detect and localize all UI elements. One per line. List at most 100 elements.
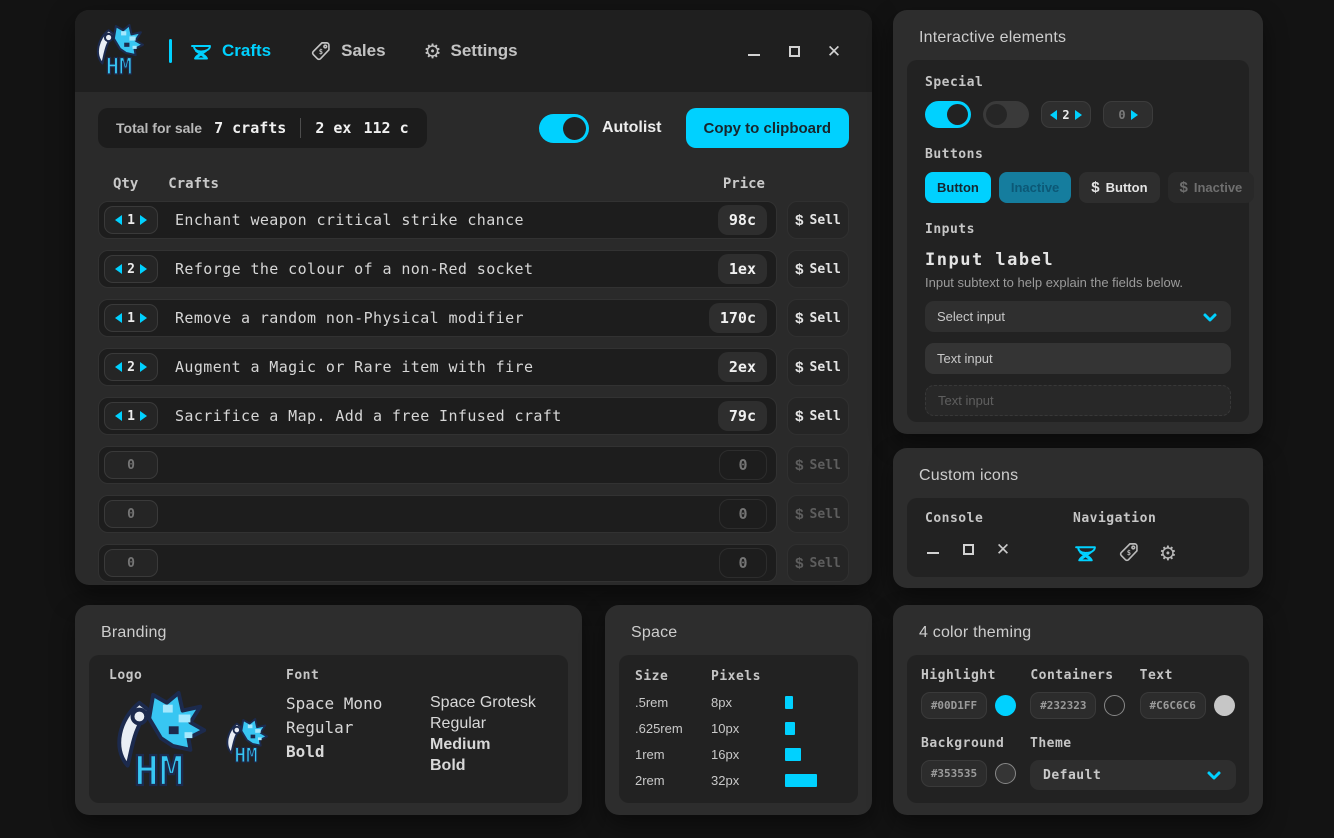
stepper-increment-icon[interactable]: [140, 264, 147, 274]
sell-button-inactive[interactable]: $ Sell: [787, 446, 849, 484]
craft-row: 2 Reforge the colour of a non-Red socket…: [98, 250, 777, 288]
hex-input[interactable]: #C6C6C6: [1140, 692, 1206, 719]
sell-label: Sell: [810, 409, 841, 424]
panel-body: Logo Font Space Mono Regular Bold: [89, 655, 568, 803]
secondary-button[interactable]: $ Button: [1079, 172, 1159, 203]
quantity-stepper[interactable]: 1: [104, 304, 158, 332]
space-bar: [785, 696, 793, 709]
price-badge: 0: [719, 548, 767, 578]
hex-input[interactable]: #00D1FF: [921, 692, 987, 719]
buttons-label: Buttons: [925, 147, 1231, 162]
hex-input[interactable]: #353535: [921, 760, 987, 787]
qty-value: 2: [127, 360, 135, 375]
maximize-button[interactable]: [786, 43, 802, 59]
sell-button-inactive[interactable]: $ Sell: [787, 544, 849, 582]
pixels-value: 8px: [711, 695, 785, 710]
primary-button-inactive[interactable]: Inactive: [999, 172, 1071, 203]
stepper-increment-icon[interactable]: [140, 411, 147, 421]
stepper-decrement-icon[interactable]: [1050, 110, 1057, 120]
quantity-stepper[interactable]: 2: [104, 255, 158, 283]
sell-button[interactable]: $ Sell: [787, 397, 849, 435]
window-controls: ✕: [746, 43, 842, 59]
stepper-increment-icon[interactable]: [1075, 110, 1082, 120]
minimize-icon: [925, 541, 941, 557]
color-swatch[interactable]: [1104, 695, 1125, 716]
quantity-stepper[interactable]: 2: [104, 353, 158, 381]
demo-stepper-active[interactable]: 2: [1041, 101, 1091, 128]
size-value: 2rem: [635, 773, 711, 788]
color-swatch[interactable]: [1214, 695, 1235, 716]
tab-label: Crafts: [222, 41, 271, 61]
stepper-decrement-icon[interactable]: [115, 313, 122, 323]
swatch-row-1: Highlight #00D1FF Containers #232323 Tex…: [921, 668, 1235, 719]
logo-small: [223, 717, 269, 767]
sell-button[interactable]: $ Sell: [787, 348, 849, 386]
craft-name: Remove a random non-Physical modifier: [175, 309, 524, 327]
table-row: 2 Reforge the colour of a non-Red socket…: [98, 250, 849, 288]
background-swatch-group: Background #353535: [921, 736, 1016, 790]
tab-crafts[interactable]: Crafts: [169, 39, 271, 63]
font-label-spacer: [430, 668, 548, 683]
tab-sales[interactable]: Sales: [309, 40, 385, 63]
dollar-icon: $: [795, 212, 803, 229]
primary-button[interactable]: Button: [925, 172, 991, 203]
theme-select[interactable]: Default: [1030, 760, 1236, 790]
color-swatch[interactable]: [995, 695, 1016, 716]
quantity-stepper[interactable]: 1: [104, 206, 158, 234]
stepper-increment-icon[interactable]: [140, 313, 147, 323]
close-button[interactable]: ✕: [826, 43, 842, 59]
dollar-icon: $: [795, 310, 803, 327]
demo-toggle-on[interactable]: [925, 101, 971, 128]
stepper-decrement-icon[interactable]: [115, 215, 122, 225]
select-input[interactable]: Select input: [925, 301, 1231, 332]
stepper-decrement-icon[interactable]: [115, 264, 122, 274]
craft-row: 2 Augment a Magic or Rare item with fire…: [98, 348, 777, 386]
text-input[interactable]: Text input: [925, 343, 1231, 374]
summary-row: Total for sale 7 crafts 2 ex 112 c Autol…: [98, 108, 849, 148]
quantity-stepper[interactable]: 1: [104, 402, 158, 430]
craft-name: Reforge the colour of a non-Red socket: [175, 260, 533, 278]
stepper-decrement-icon[interactable]: [115, 362, 122, 372]
text-input-placeholder: Text input: [938, 393, 994, 408]
total-ex: 2 ex: [315, 119, 351, 137]
total-crafts-count: 7 crafts: [214, 119, 286, 137]
logo-label: Logo: [109, 668, 280, 683]
copy-to-clipboard-button[interactable]: Copy to clipboard: [686, 108, 850, 148]
qty-value: 1: [127, 409, 135, 424]
minimize-button[interactable]: [746, 43, 762, 59]
font-weight: Medium: [430, 734, 548, 755]
sell-button-inactive[interactable]: $ Sell: [787, 495, 849, 533]
sell-button[interactable]: $ Sell: [787, 201, 849, 239]
anvil-icon: [189, 40, 213, 62]
autolist-toggle[interactable]: [539, 114, 589, 143]
secondary-button-inactive[interactable]: $ Inactive: [1168, 172, 1255, 203]
stepper-decrement-icon[interactable]: [115, 411, 122, 421]
font-weight: Regular: [430, 713, 548, 734]
input-subtext: Input subtext to help explain the fields…: [925, 275, 1231, 290]
quantity-stepper[interactable]: 0: [104, 451, 158, 479]
sell-button[interactable]: $ Sell: [787, 299, 849, 337]
demo-toggle-off[interactable]: [983, 101, 1029, 128]
quantity-stepper[interactable]: 0: [104, 549, 158, 577]
hex-input[interactable]: #232323: [1030, 692, 1096, 719]
text-input-value: Text input: [937, 351, 993, 366]
qty-value: 2: [127, 262, 135, 277]
chevron-down-icon: [1201, 309, 1219, 325]
text-input-disabled[interactable]: Text input: [925, 385, 1231, 416]
stepper-increment-icon[interactable]: [140, 362, 147, 372]
gear-icon: ⚙: [1159, 543, 1177, 563]
logo-large: [109, 689, 209, 795]
stepper-increment-icon[interactable]: [1131, 110, 1138, 120]
craft-rows: 1 Enchant weapon critical strike chance …: [98, 201, 849, 582]
quantity-stepper[interactable]: 0: [104, 500, 158, 528]
anvil-icon: [1073, 541, 1098, 564]
sell-button[interactable]: $ Sell: [787, 250, 849, 288]
minimize-glyph: [927, 552, 939, 554]
tab-settings[interactable]: ⚙ Settings: [424, 41, 518, 61]
price-badge: 1ex: [718, 254, 767, 284]
font-weight: Regular: [286, 716, 404, 740]
demo-stepper-inactive[interactable]: 0: [1103, 101, 1153, 128]
color-swatch[interactable]: [995, 763, 1016, 784]
window-content: Total for sale 7 crafts 2 ex 112 c Autol…: [75, 92, 872, 582]
stepper-increment-icon[interactable]: [140, 215, 147, 225]
